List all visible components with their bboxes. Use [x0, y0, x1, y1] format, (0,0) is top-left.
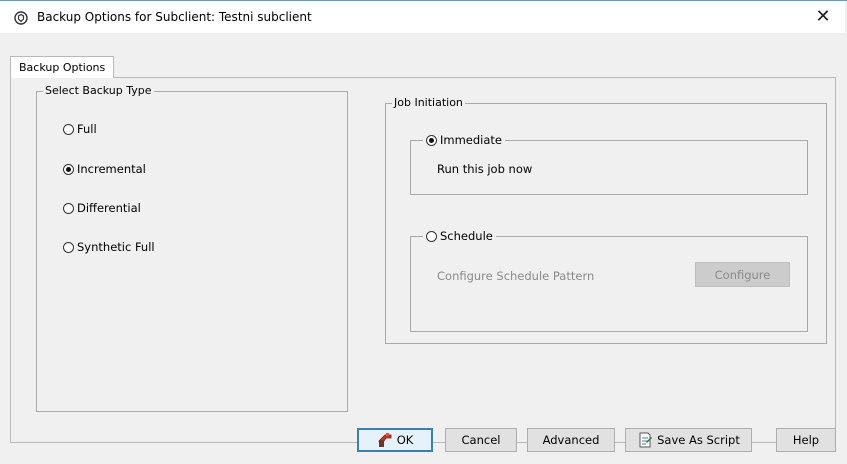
radio-button[interactable] [63, 202, 74, 214]
radio-label-differential: Differential [77, 201, 141, 215]
job-initiation-group: Job Initiation Immediate Run this job no… [385, 96, 827, 344]
backup-type-group: Select Backup Type Full Incremental Diff… [36, 84, 348, 412]
advanced-button[interactable]: Advanced [527, 428, 615, 452]
radio-incremental[interactable]: Incremental [63, 162, 146, 176]
configure-button[interactable]: Configure [695, 262, 790, 287]
immediate-group: Immediate Run this job now [410, 133, 808, 195]
save-as-script-label: Save As Script [657, 433, 740, 447]
radio-differential[interactable]: Differential [63, 201, 141, 215]
radio-full[interactable]: Full [63, 122, 97, 136]
radio-button[interactable] [63, 241, 74, 253]
radio-button[interactable] [63, 123, 74, 135]
job-initiation-legend: Job Initiation [392, 96, 465, 110]
ok-icon [377, 432, 393, 448]
radio-label-full: Full [77, 122, 97, 136]
backup-options-dialog: Backup Options for Subclient: Testni sub… [0, 0, 847, 464]
window-title: Backup Options for Subclient: Testni sub… [37, 10, 312, 24]
schedule-description: Configure Schedule Pattern [437, 269, 595, 283]
radio-button[interactable] [426, 230, 437, 242]
schedule-group: Schedule Configure Schedule Pattern Conf… [410, 229, 808, 332]
script-icon [637, 432, 653, 448]
radio-button[interactable] [426, 134, 437, 146]
tab-backup-options[interactable]: Backup Options [10, 56, 115, 78]
title-bar[interactable]: Backup Options for Subclient: Testni sub… [0, 1, 845, 33]
radio-label-incremental: Incremental [77, 162, 146, 176]
radio-schedule[interactable]: Schedule [423, 229, 496, 243]
radio-button[interactable] [63, 163, 74, 175]
backup-options-panel: Select Backup Type Full Incremental Diff… [10, 77, 836, 443]
dialog-content: Backup Options Select Backup Type Full I… [0, 33, 847, 464]
radio-label-synthetic-full: Synthetic Full [77, 240, 155, 254]
radio-label-immediate: Immediate [440, 133, 502, 147]
save-as-script-button[interactable]: Save As Script [625, 428, 752, 452]
immediate-description: Run this job now [437, 162, 533, 176]
ok-button[interactable]: OK [357, 428, 433, 452]
radio-immediate[interactable]: Immediate [423, 133, 505, 147]
radio-label-schedule: Schedule [440, 229, 493, 243]
close-icon[interactable]: ✕ [811, 5, 835, 29]
cancel-button[interactable]: Cancel [445, 428, 517, 452]
commvault-shield-icon [14, 11, 28, 25]
help-button[interactable]: Help [776, 428, 836, 452]
backup-type-legend: Select Backup Type [43, 84, 154, 98]
ok-label: OK [396, 433, 414, 447]
radio-synthetic-full[interactable]: Synthetic Full [63, 240, 155, 254]
